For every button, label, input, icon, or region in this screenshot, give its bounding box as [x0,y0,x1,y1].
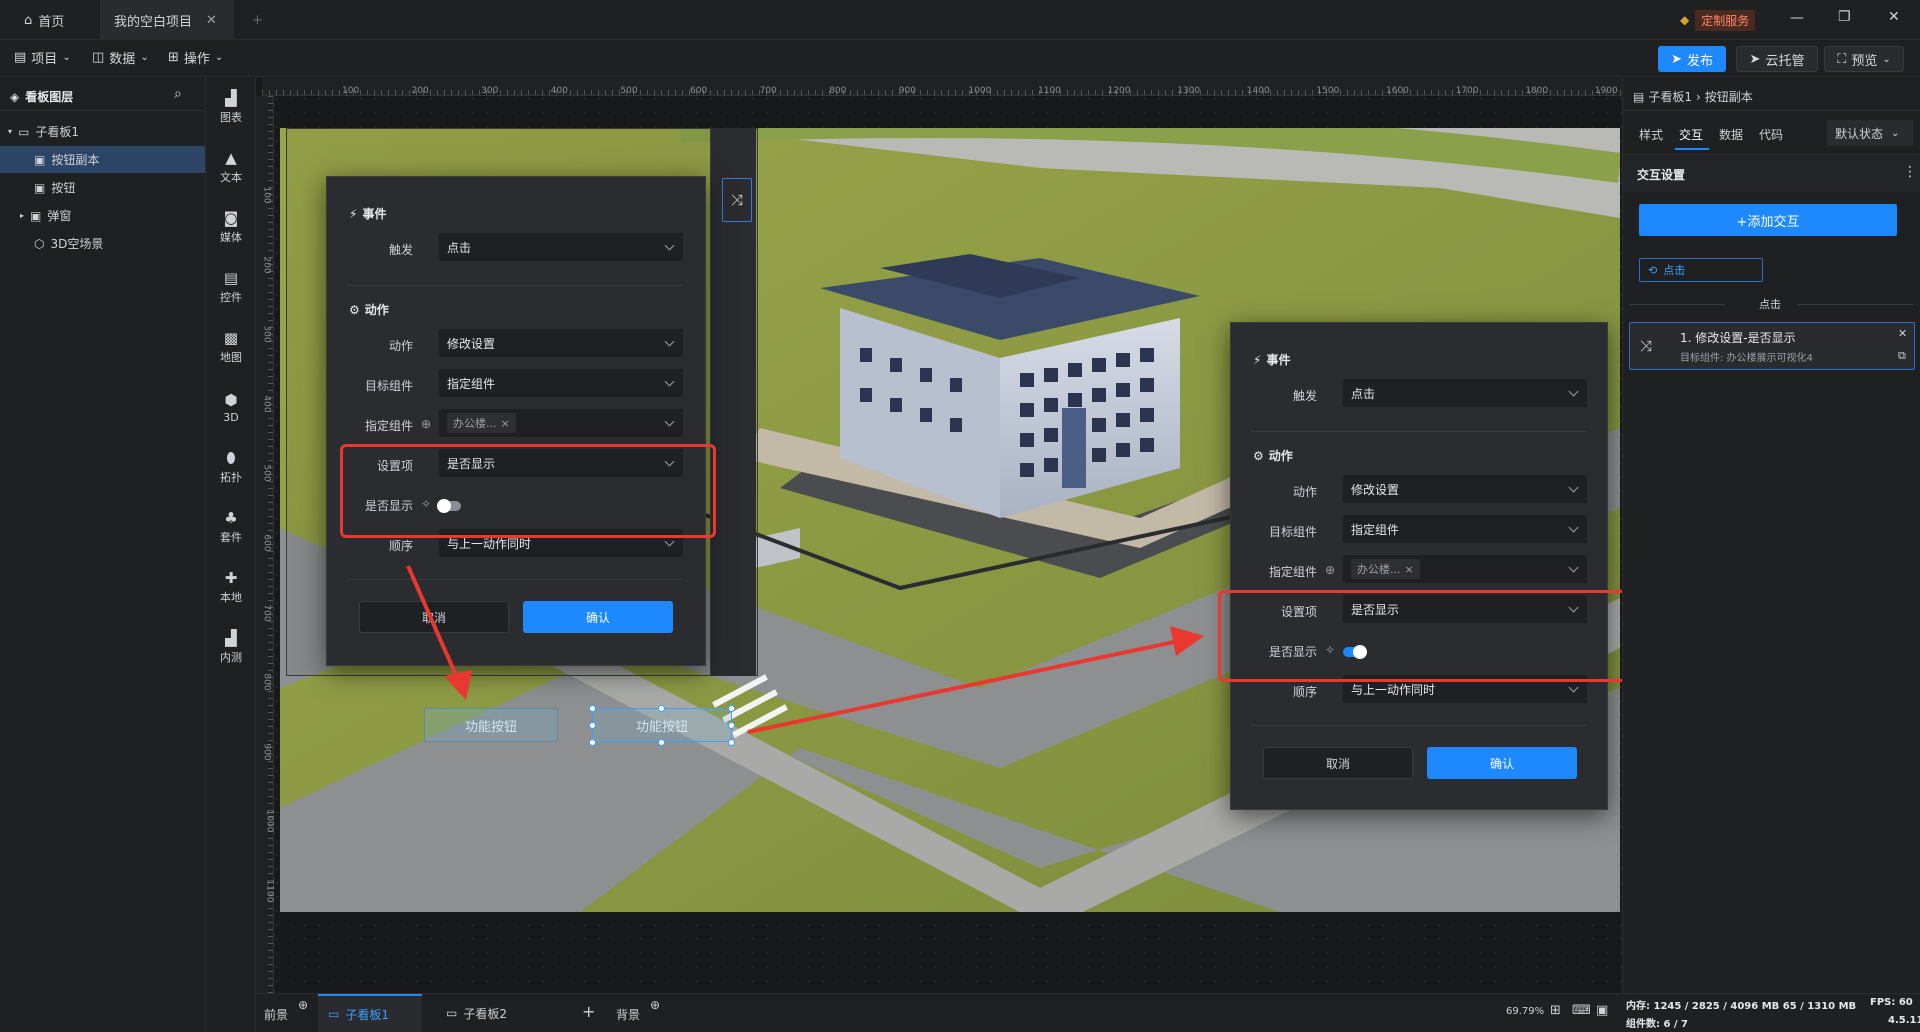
close-icon[interactable]: ✕ [1898,327,1907,340]
board-icon: ▤ [1633,89,1645,104]
event-chip-click[interactable]: ⟲ 点击 [1639,258,1763,282]
memory-status: 内存: 1245 / 2825 / 4096 MB 65 / 1310 MB [1626,1001,1857,1012]
more-vertical-icon[interactable]: ⋮ [1903,164,1917,180]
terminal-icon[interactable]: ▣ [1596,1003,1608,1018]
add-circle-icon[interactable]: ⊕ [298,998,308,1012]
background-tab[interactable]: 背景 [616,1006,640,1023]
zoom-level[interactable]: 69.79% [1506,1006,1544,1017]
divider [1623,154,1920,155]
screen-icon: ▭ [446,1006,458,1020]
component-count: 组件数: 6 / 7 [1626,1019,1689,1030]
tab-code[interactable]: 代码 [1759,126,1783,143]
screen-icon: ▭ [328,1007,340,1021]
foreground-tab[interactable]: 前景 [264,1006,288,1023]
divider [1623,110,1920,111]
tab-board2[interactable]: ▭ 子看板2 [436,994,536,1032]
tab-style[interactable]: 样式 [1639,126,1663,143]
keyboard-icon[interactable]: ⌨ [1572,1003,1591,1018]
active-tab-indicator [1675,148,1709,150]
interaction-card-subtitle: 目标组件: 办公楼展示可视化4 [1680,353,1813,364]
interaction-card[interactable]: ⤨ 1. 修改设置-是否显示 目标组件: 办公楼展示可视化4 ✕ ⧉ [1629,322,1915,370]
board-tabs-bar: 前景 ⊕ ▭ 子看板1 ▭ 子看板2 + 背景 ⊕ 69.79% ⊞ ⌨ ▣ [256,993,1622,1032]
add-board-icon[interactable]: + [582,1002,595,1021]
add-interaction-button[interactable]: +添加交互 [1639,204,1897,236]
breadcrumb: ▤ 子看板1 › 按钮副本 [1633,88,1753,105]
divider [1629,304,1725,305]
add-interaction-label: +添加交互 [1736,214,1800,230]
add-circle-icon[interactable]: ⊕ [650,998,660,1012]
interaction-settings-title: 交互设置 [1637,168,1686,182]
fps-status: FPS: 60 [1870,997,1913,1008]
chevron-right-icon: › [1695,89,1701,104]
status-bar: 内存: 1245 / 2825 / 4096 MB 65 / 1310 MB F… [1622,993,1920,1032]
breadcrumb-current: 按钮副本 [1704,90,1753,104]
tab-board1[interactable]: ▭ 子看板1 [318,994,422,1032]
version: 4.5.11 [1888,1015,1920,1026]
interaction-card-title: 1. 修改设置-是否显示 [1680,331,1796,345]
copy-icon[interactable]: ⧉ [1898,349,1906,363]
cursor-click-icon: ⟲ [1648,263,1658,277]
state-select-value: 默认状态 [1835,126,1884,141]
event-group-title: 点击 [1759,298,1781,311]
chevron-down-icon: ⌄ [1891,127,1900,139]
state-select[interactable]: 默认状态 ⌄ [1827,120,1913,146]
divider [1797,304,1913,305]
event-chip-label: 点击 [1663,264,1686,277]
fit-screen-icon[interactable]: ⊞ [1550,1003,1561,1018]
tab-board2-label: 子看板2 [463,1006,507,1021]
breadcrumb-parent[interactable]: 子看板1 [1648,88,1692,105]
shuffle-icon: ⤨ [1640,337,1653,355]
tab-data[interactable]: 数据 [1719,126,1743,143]
properties-panel: ▤ 子看板1 › 按钮副本 样式 交互 数据 代码 默认状态 ⌄ 交互设置 ⋮ +… [1622,78,1920,993]
tab-board1-label: 子看板1 [345,1007,389,1022]
tab-interaction[interactable]: 交互 [1679,126,1703,143]
